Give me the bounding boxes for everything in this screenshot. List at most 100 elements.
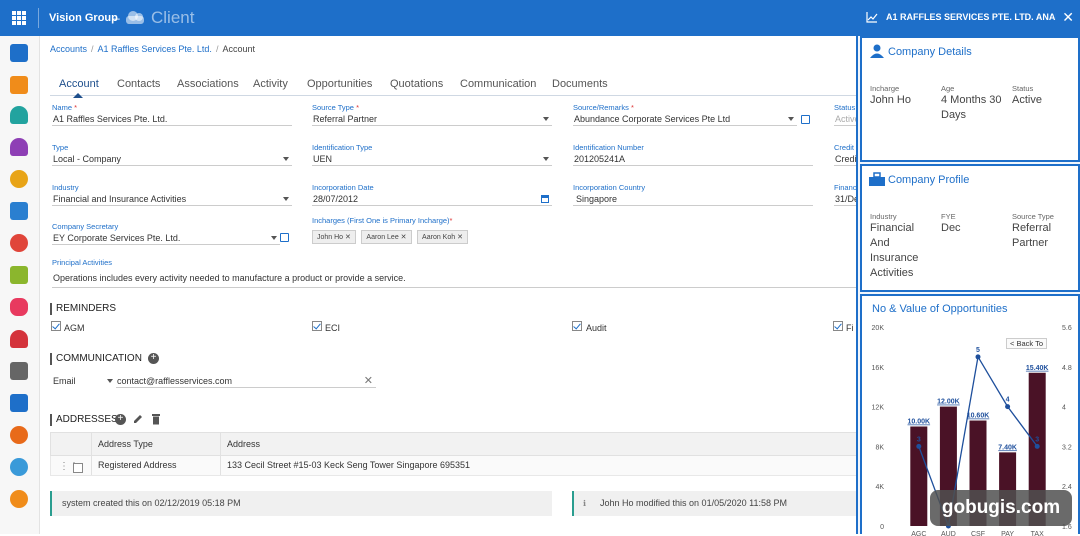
breadcrumb-company[interactable]: A1 Raffles Services Pte. Ltd. [98,44,212,54]
table-header: Address Type Address [50,432,858,456]
modified-audit: ℹ John Ho modified this on 01/05/2020 11… [572,491,858,516]
incharges-chips[interactable]: John Ho ✕ Aaron Lee ✕ Aaron Koh ✕ [312,230,812,244]
type-select[interactable]: Local - Company [52,153,292,166]
close-icon[interactable]: ✕ [1062,9,1074,26]
incharge-chip[interactable]: John Ho ✕ [312,230,356,244]
trash-icon[interactable] [151,413,161,425]
principal-activities-input[interactable]: Operations includes every activity neede… [52,268,858,288]
bar-data-label: 10.60K [967,413,990,420]
filing-label: Fi [846,323,854,333]
app-name[interactable]: Vision Group [49,12,118,24]
name-input[interactable]: A1 Raffles Services Pte. Ltd. [52,113,292,126]
column-header-address[interactable]: Address [220,433,850,455]
agm-checkbox[interactable] [51,321,61,331]
breadcrumb-accounts[interactable]: Accounts [50,44,87,54]
calendar-icon [541,195,549,203]
invoice-icon[interactable] [10,266,28,284]
chart-point [916,443,922,449]
support-icon[interactable] [10,490,28,508]
dashboard-icon[interactable] [10,44,28,62]
id-type-select[interactable]: UEN [312,153,552,166]
sidebar [0,36,40,534]
y-right-tick-label: 4.8 [1062,365,1072,372]
car-icon[interactable] [10,330,28,348]
industry-kv: Industry Financial And Insurance Activit… [870,212,919,279]
incorporation-country-field: Incorporation Country Singapore [573,183,813,206]
filing-checkbox[interactable] [833,321,843,331]
y-left-tick-label: 8K [875,444,884,451]
status-kv: Status Active [1012,84,1042,106]
id-type-field: Identification Type UEN [312,143,552,166]
external-link-icon[interactable] [280,233,289,242]
company-icon [869,172,885,186]
external-link-icon[interactable] [801,115,810,124]
table-row[interactable]: ⋮⋮ Registered Address 133 Cecil Street #… [50,456,858,476]
principal-activities-field: Principal Activities Operations includes… [52,258,858,288]
chevron-down-icon [543,117,549,121]
server-icon[interactable] [10,362,28,380]
finance-input[interactable]: 31/De [834,193,856,206]
folder-icon[interactable] [10,76,28,94]
incorporation-date-field: Incorporation Date 28/07/2012 [312,183,552,206]
tab-associations[interactable]: Associations [177,78,239,90]
tab-bar: Account Contacts Associations Activity O… [50,76,860,98]
reminders-title: REMINDERS [50,303,116,315]
chevron-down-icon [107,379,113,383]
id-number-input[interactable]: 201205241A [573,153,813,166]
addresses-table: Address Type Address ⋮⋮ Registered Addre… [50,432,858,476]
tab-quotations[interactable]: Quotations [390,78,443,90]
point-data-label: 4 [1006,397,1010,404]
y-left-tick-label: 0 [880,524,884,531]
incharge-kv: Incharge John Ho [870,84,911,106]
tab-account[interactable]: Account [59,78,99,90]
comm-value-field: contact@rafflesservices.com ✕ [116,375,376,388]
tag-icon[interactable] [10,298,28,316]
credit-input[interactable]: Credi [834,153,856,166]
incharge-chip[interactable]: Aaron Koh ✕ [417,230,468,244]
tab-activity[interactable]: Activity [253,78,288,90]
source-type-select[interactable]: Referral Partner [312,113,552,126]
company-profile-card: Company Profile Industry Financial And I… [860,164,1080,292]
incharge-chip[interactable]: Aaron Lee ✕ [361,230,412,244]
chevron-down-icon [283,197,289,201]
incorporation-date-input[interactable]: 28/07/2012 [312,193,552,206]
target-icon[interactable] [10,170,28,188]
y-left-tick-label: 12K [872,405,885,412]
app-launcher-icon[interactable] [12,11,26,25]
eci-checkbox[interactable] [312,321,322,331]
campaign-icon[interactable] [10,234,28,252]
bar-data-label: 7.40K [998,444,1017,451]
row-checkbox[interactable] [73,462,83,473]
tab-contacts[interactable]: Contacts [117,78,160,90]
communication-title: COMMUNICATION [50,353,142,365]
comm-type-field: Email [52,375,116,388]
row-checkbox-cell [69,456,87,475]
tab-documents[interactable]: Documents [552,78,608,90]
y-left-tick-label: 16K [872,365,885,372]
contact-icon[interactable] [10,106,28,124]
company-profile-title: Company Profile [888,174,970,186]
comm-value-input[interactable]: contact@rafflesservices.com ✕ [116,375,376,388]
document-icon[interactable] [10,202,28,220]
industry-select[interactable]: Financial and Insurance Activities [52,193,292,206]
add-communication-icon[interactable]: + [148,353,159,364]
status-select[interactable]: Active [834,113,856,126]
tab-opportunities[interactable]: Opportunities [307,78,372,90]
comm-type-select[interactable]: Email [52,375,116,388]
incorporation-country-input[interactable]: Singapore [573,193,813,206]
company-details-title: Company Details [888,46,972,58]
addresses-title: ADDRESSES [50,414,118,426]
column-header-type[interactable]: Address Type [91,433,221,455]
cloud-service-icon[interactable] [10,458,28,476]
sync-icon[interactable] [10,426,28,444]
audit-checkbox[interactable] [572,321,582,331]
source-remarks-select[interactable]: Abundance Corporate Services Pte Ltd [573,113,797,126]
company-secretary-select[interactable]: EY Corporate Services Pte. Ltd. [52,232,280,245]
edit-icon[interactable] [132,413,144,425]
calendar-icon[interactable] [10,394,28,412]
drag-handle-icon[interactable]: ⋮⋮ [53,456,79,475]
add-address-icon[interactable]: + [115,414,126,425]
cloud-icon [126,11,144,24]
tab-communication[interactable]: Communication [460,78,536,90]
client-icon[interactable] [10,138,28,156]
